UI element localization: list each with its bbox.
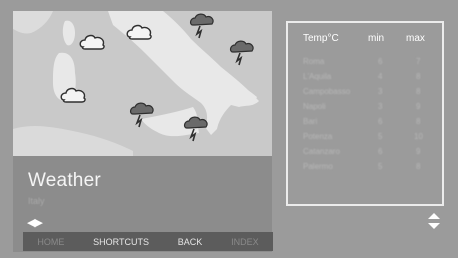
table-row: L'Aquila 4 8 xyxy=(288,72,442,87)
italy-map xyxy=(13,11,259,156)
map-land-west xyxy=(13,11,53,34)
row-max: 8 xyxy=(416,117,421,126)
bottom-navbar: HOME SHORTCUTS BACK INDEX xyxy=(23,232,273,251)
nav-shortcuts[interactable]: SHORTCUTS xyxy=(93,237,149,247)
map-land-africa xyxy=(13,125,133,156)
weather-screen: Weather Italy ◀▶ HOME SHORTCUTS BACK IND… xyxy=(0,0,458,258)
row-city: Palermo xyxy=(303,162,333,171)
row-min: 4 xyxy=(378,72,383,81)
row-min: 6 xyxy=(378,117,383,126)
row-city: Potenza xyxy=(303,132,333,141)
row-max: 8 xyxy=(416,162,421,171)
table-row: Napoli 3 9 xyxy=(288,102,442,117)
table-row: Bari 6 8 xyxy=(288,117,442,132)
row-min: 3 xyxy=(378,102,383,111)
cloud-icon xyxy=(79,34,105,50)
row-city: Roma xyxy=(303,57,325,66)
table-row: Campobasso 3 8 xyxy=(288,87,442,102)
row-min: 6 xyxy=(378,147,383,156)
row-max: 9 xyxy=(416,102,421,111)
table-body: Roma 6 7 L'Aquila 4 8 Campobasso 3 8 Nap… xyxy=(288,57,442,177)
row-max: 8 xyxy=(416,87,421,96)
info-panel: Weather Italy ◀▶ HOME SHORTCUTS BACK IND… xyxy=(13,156,273,252)
rain-cloud-icon xyxy=(229,40,254,66)
nav-home[interactable]: HOME xyxy=(37,237,64,247)
row-city: Catanzaro xyxy=(303,147,340,156)
up-down-arrows-icon[interactable] xyxy=(428,213,440,229)
table-row: Potenza 5 10 xyxy=(288,132,442,147)
header-min: min xyxy=(368,33,385,44)
row-min: 3 xyxy=(378,87,383,96)
page-title: Weather xyxy=(28,170,101,191)
table-row: Catanzaro 6 9 xyxy=(288,147,442,162)
map-land-corsica xyxy=(62,20,75,46)
nav-index[interactable]: INDEX xyxy=(231,237,259,247)
row-min: 5 xyxy=(378,132,383,141)
weather-map xyxy=(13,11,272,156)
header-max: max xyxy=(406,33,425,44)
header-temp: Temp°C xyxy=(303,33,339,44)
rain-cloud-icon xyxy=(189,13,214,39)
row-min: 5 xyxy=(378,162,383,171)
row-max: 9 xyxy=(416,147,421,156)
page-subtitle: Italy xyxy=(28,196,45,206)
table-row: Roma 6 7 xyxy=(288,57,442,72)
row-city: Campobasso xyxy=(303,87,351,96)
row-city: Bari xyxy=(303,117,318,126)
nav-back[interactable]: BACK xyxy=(178,237,203,247)
row-max: 8 xyxy=(416,72,421,81)
row-max: 7 xyxy=(416,57,421,66)
left-right-arrows-icon[interactable]: ◀▶ xyxy=(27,216,43,229)
row-min: 6 xyxy=(378,57,383,66)
temperature-table: Temp°C min max Roma 6 7 L'Aquila 4 8 Cam… xyxy=(286,21,444,206)
row-max: 10 xyxy=(414,132,423,141)
table-row: Palermo 5 8 xyxy=(288,162,442,177)
row-city: L'Aquila xyxy=(303,72,332,81)
row-city: Napoli xyxy=(303,102,326,111)
